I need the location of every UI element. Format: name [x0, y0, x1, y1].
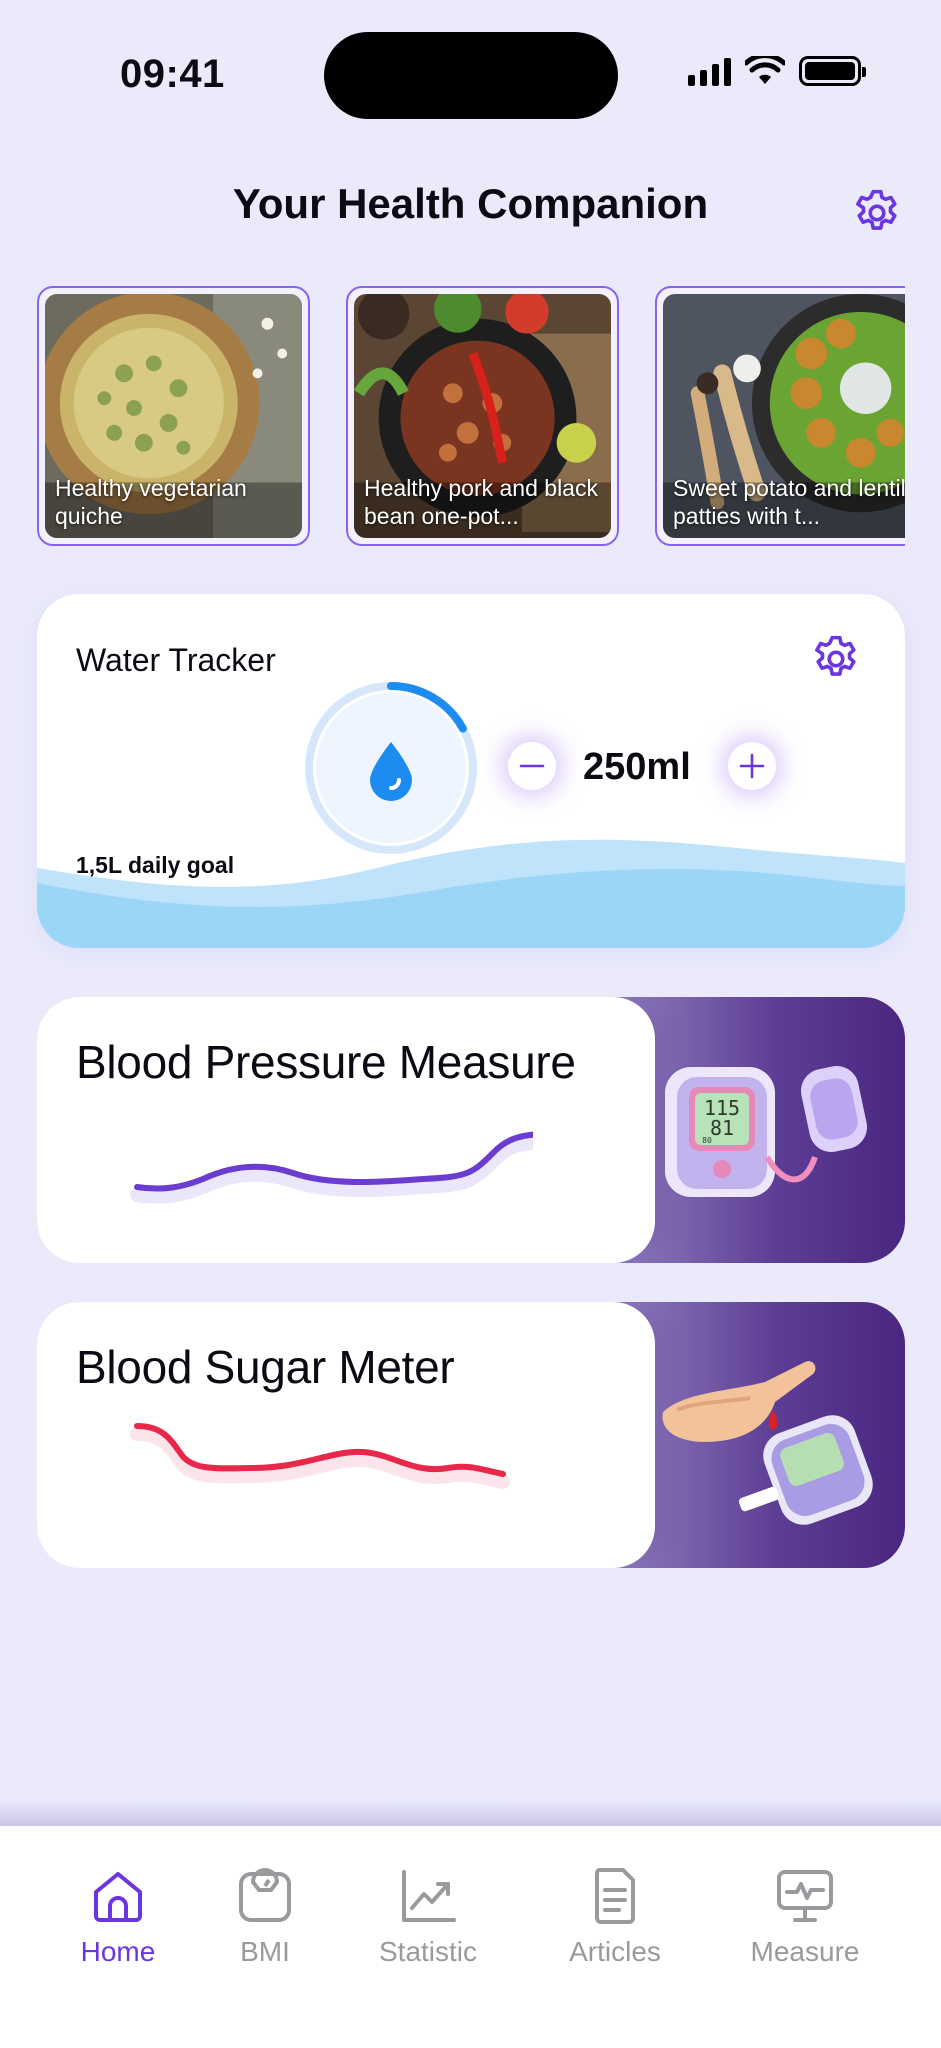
recipe-carousel[interactable]: Healthy vegetarian quiche Healthy pork a…: [37, 286, 905, 546]
minus-icon: [519, 764, 545, 768]
nav-label-statistic: Statistic: [378, 1936, 478, 1967]
monitor-reading-bottom: 81: [710, 1116, 734, 1140]
recipe-title: Healthy pork and black bean one-pot...: [364, 475, 598, 529]
nav-label-measure: Measure: [750, 1936, 860, 1967]
blood-pressure-panel: Blood Pressure Measure: [37, 997, 655, 1263]
water-amount: 250ml: [583, 746, 691, 788]
recipe-card[interactable]: Sweet potato and lentil patties with t..…: [655, 286, 905, 546]
blood-sugar-title: Blood Sugar Meter: [76, 1341, 455, 1393]
blood-pressure-card[interactable]: Blood Pressure Measure 115 81 80: [37, 997, 905, 1263]
bottom-navigation: Home BMI Statistic Articles Measure: [0, 1826, 941, 2048]
gear-icon: [856, 189, 897, 230]
glucose-meter-icon: [662, 1361, 873, 1525]
water-settings-button[interactable]: [809, 632, 863, 686]
blood-sugar-trend-line: [130, 1423, 510, 1489]
settings-button[interactable]: [850, 186, 904, 240]
recipe-card[interactable]: Healthy pork and black bean one-pot...: [346, 286, 619, 546]
recipe-image-lentil-patties: Sweet potato and lentil patties with t..…: [663, 294, 905, 538]
nav-label-home: Home: [80, 1936, 156, 1967]
nav-label-bmi: BMI: [240, 1936, 290, 1967]
blood-pressure-title: Blood Pressure Measure: [76, 1036, 576, 1088]
nav-item-statistic[interactable]: Statistic: [348, 1866, 508, 1986]
water-tracker-card[interactable]: Water Tracker 250ml 1,5L daily goal: [37, 594, 905, 948]
wifi-icon: [745, 56, 785, 84]
blood-sugar-panel: Blood Sugar Meter: [37, 1302, 655, 1568]
status-icons: [688, 56, 866, 86]
recipe-image-quiche: Healthy vegetarian quiche: [45, 294, 302, 538]
status-bar: 09:41: [0, 0, 941, 150]
cellular-signal-icon: [688, 56, 731, 86]
recipe-title: Healthy vegetarian quiche: [55, 475, 247, 529]
nav-item-articles[interactable]: Articles: [535, 1866, 695, 1986]
water-wave-decoration: [37, 839, 905, 948]
document-icon: [594, 1868, 635, 1924]
chart-icon: [402, 1870, 456, 1922]
monitor-icon: [777, 1870, 833, 1922]
nav-item-measure[interactable]: Measure: [725, 1866, 885, 1986]
page-title: Your Health Companion: [232, 180, 709, 227]
plus-icon: [739, 753, 765, 779]
blood-sugar-card[interactable]: Blood Sugar Meter: [37, 1302, 905, 1568]
status-time: 09:41: [120, 52, 225, 96]
nav-label-articles: Articles: [569, 1936, 661, 1967]
monitor-reading-small: 80: [702, 1136, 712, 1145]
recipe-image-pork-bean: Healthy pork and black bean one-pot...: [354, 294, 611, 538]
water-drop-icon: [370, 742, 412, 801]
nav-item-home[interactable]: Home: [38, 1866, 198, 1986]
battery-icon: [799, 56, 866, 86]
decrease-water-button[interactable]: [508, 742, 556, 790]
recipe-title: Sweet potato and lentil patties with t..…: [673, 475, 905, 529]
scale-icon: [239, 1868, 291, 1922]
home-icon: [94, 1872, 142, 1922]
blood-pressure-monitor-icon: 115 81 80: [665, 1065, 868, 1197]
water-tracker-title: Water Tracker: [76, 642, 276, 678]
recipe-card[interactable]: Healthy vegetarian quiche: [37, 286, 310, 546]
blood-pressure-trend-line: [130, 1131, 533, 1204]
gear-icon: [815, 635, 856, 676]
dynamic-island: [324, 32, 618, 119]
increase-water-button[interactable]: [728, 742, 776, 790]
nav-item-bmi[interactable]: BMI: [185, 1866, 345, 1986]
